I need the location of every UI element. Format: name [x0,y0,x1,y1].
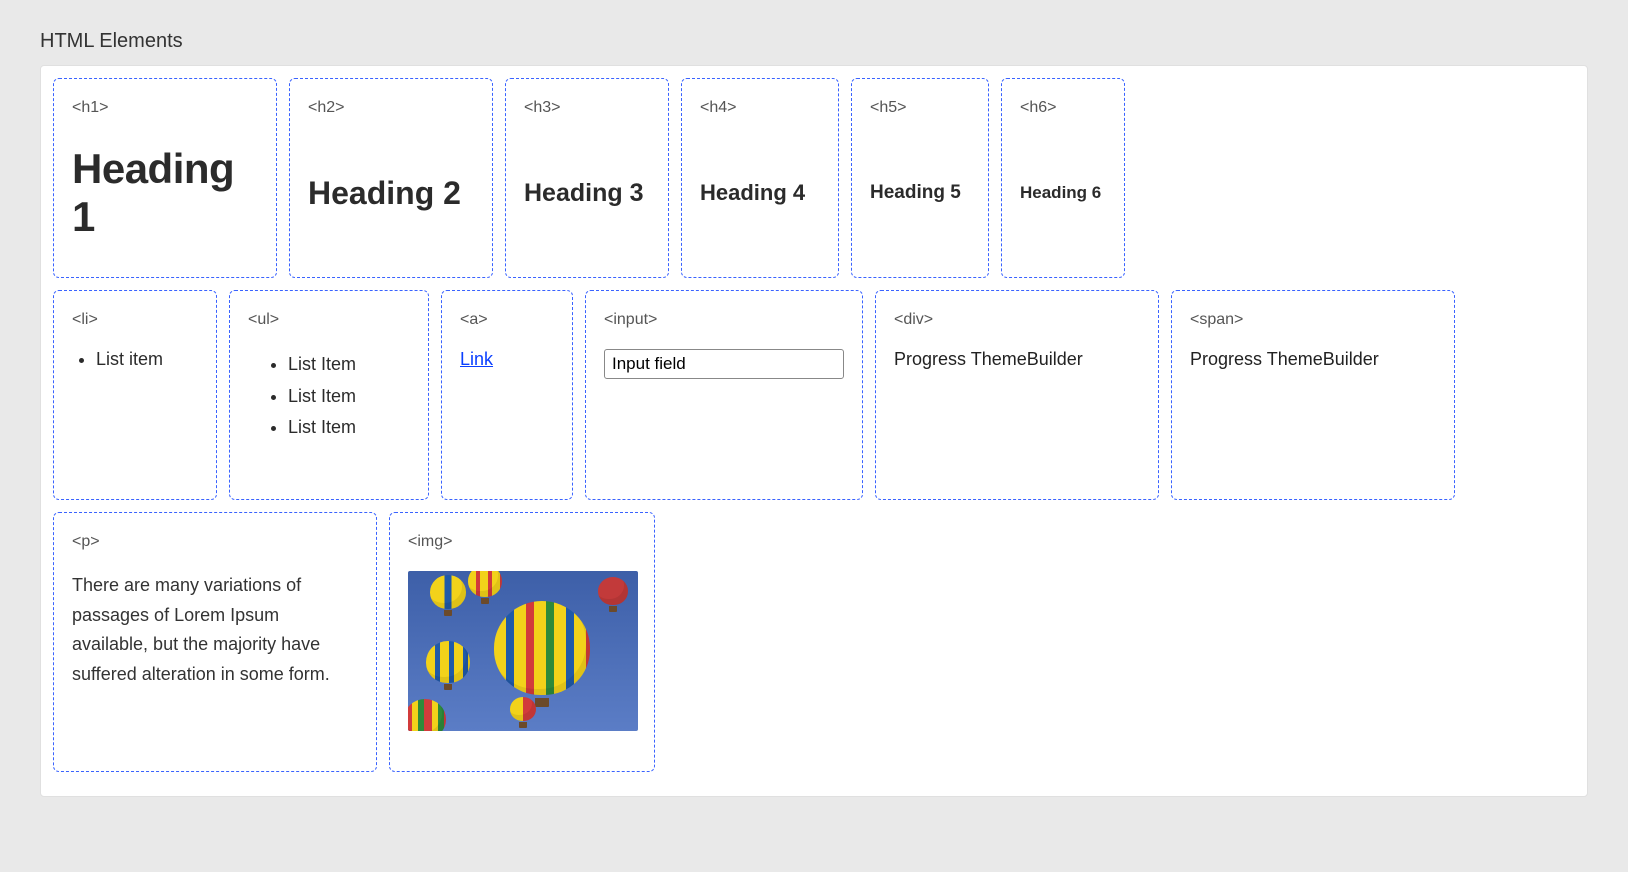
card-h6: <h6> Heading 6 [1001,78,1125,278]
tag-label: <div> [894,311,1140,329]
tag-label: <p> [72,533,358,551]
card-ul: <ul> List Item List Item List Item [229,290,429,500]
card-a: <a> Link [441,290,573,500]
tag-label: <h5> [870,99,970,117]
tag-label: <h6> [1020,99,1106,117]
input-example[interactable] [604,349,844,379]
h4-example: Heading 4 [700,180,805,206]
card-h1: <h1> Heading 1 [53,78,277,278]
section-title: HTML Elements [40,30,1588,53]
li-example: List item [96,349,198,370]
html-elements-panel: <h1> Heading 1 <h2> Heading 2 <h3> Headi… [40,65,1588,797]
tag-label: <img> [408,533,636,551]
card-input: <input> [585,290,863,500]
h6-example: Heading 6 [1020,183,1101,203]
card-h5: <h5> Heading 5 [851,78,989,278]
tag-label: <a> [460,311,554,329]
card-span: <span> Progress ThemeBuilder [1171,290,1455,500]
span-example: Progress ThemeBuilder [1190,349,1436,370]
list-item: List Item [288,381,410,413]
div-example: Progress ThemeBuilder [894,349,1140,370]
card-h4: <h4> Heading 4 [681,78,839,278]
p-example: There are many variations of passages of… [72,571,358,690]
h3-example: Heading 3 [524,179,643,208]
link-example[interactable]: Link [460,349,493,369]
card-li: <li> List item [53,290,217,500]
card-img: <img> [389,512,655,772]
tag-label: <h2> [308,99,474,117]
h2-example: Heading 2 [308,175,461,212]
ul-example: List Item List Item List Item [248,349,410,444]
list-item: List Item [288,412,410,444]
tag-label: <span> [1190,311,1436,329]
card-p: <p> There are many variations of passage… [53,512,377,772]
tag-label: <h3> [524,99,650,117]
tag-label: <h4> [700,99,820,117]
row-headings: <h1> Heading 1 <h2> Heading 2 <h3> Headi… [53,78,1575,278]
row-paragraph-image: <p> There are many variations of passage… [53,512,1575,772]
tag-label: <ul> [248,311,410,329]
card-h3: <h3> Heading 3 [505,78,669,278]
card-h2: <h2> Heading 2 [289,78,493,278]
h1-example: Heading 1 [72,145,258,241]
card-div: <div> Progress ThemeBuilder [875,290,1159,500]
tag-label: <input> [604,311,844,329]
tag-label: <h1> [72,99,258,117]
h5-example: Heading 5 [870,182,961,204]
tag-label: <li> [72,311,198,329]
row-elements: <li> List item <ul> List Item List Item … [53,290,1575,500]
img-example [408,571,638,731]
list-item: List Item [288,349,410,381]
